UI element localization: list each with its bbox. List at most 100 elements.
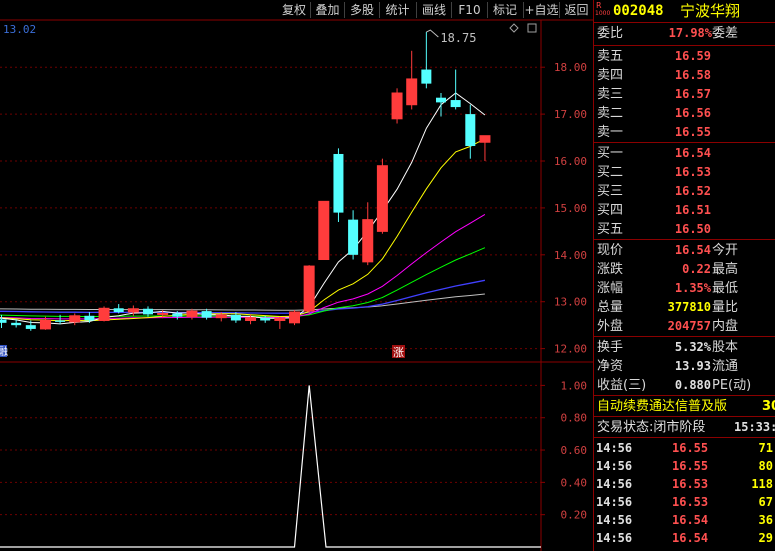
weibi-row: 委比 17.98% 委差 [594,24,775,43]
chart-options-icon [509,23,519,33]
stat-value: 0.22 [682,262,711,276]
candle [421,32,432,89]
weibi-value: 17.98% [668,26,712,40]
bid-row[interactable]: 买二 16.53 [594,163,775,182]
price-tick-label: 12.00 [554,343,587,356]
candle-body-fill [40,320,51,329]
bid-label: 买五 [597,222,624,237]
candle [333,148,344,222]
tick-row: 14:56 16.53 118 [594,475,775,493]
stat-row: 涨幅 1.35% 最低 [594,279,775,298]
fundamental-label2: 流通 [712,359,739,374]
fundamental-label: 净资 [597,359,624,374]
candle [376,158,388,234]
candle-body-fill [274,318,285,321]
candle [84,312,95,323]
candle [127,305,139,316]
tick-row: 14:56 16.53 67 [594,493,775,511]
bid-label: 买二 [597,165,624,180]
indicator-line [0,385,541,548]
tick-price: 16.53 [672,477,709,491]
candle-body [143,308,153,315]
candle [113,304,124,314]
chart-area[interactable]: 复权 叠加 多股 统计 画线 F10 标记 +自选 返回 18.00 17.00 16.00 15.0… [0,0,593,551]
price-tick-label: 13.00 [554,296,587,309]
tick-volume: 36 [758,513,773,527]
divider [594,239,775,240]
candle-body [55,320,66,322]
candle-body [0,319,7,323]
tick-volume: 67 [758,495,773,509]
fundamental-label: 换手 [597,340,624,355]
candle [303,265,315,314]
tick-row: 14:56 16.54 36 [594,511,775,529]
divider [594,336,775,337]
price-tick-label: 15.00 [554,202,587,215]
candle-body-fill [362,219,373,262]
ask-price: 16.55 [674,125,711,139]
ask-row[interactable]: 卖三 16.57 [594,85,775,104]
bid-price: 16.54 [674,146,711,160]
indicator-tick-label: 1.00 [561,379,588,392]
divider [594,142,775,143]
promo-banner[interactable]: 自动续费通达信普及版 30 [594,397,775,416]
candle [406,50,418,110]
stat-value: 16.54 [674,243,711,257]
tick-price: 16.55 [672,441,709,455]
fundamental-row: 换手 5.32% 股本 [594,338,775,357]
bid-price: 16.52 [674,184,711,198]
candle-body-fill [245,317,256,321]
indicator-tick-label: 0.80 [561,412,588,425]
ask-row[interactable]: 卖五 16.59 [594,47,775,66]
divider [594,437,775,438]
stock-code: 002048 [613,3,664,19]
ask-price: 16.58 [674,68,711,82]
quote-panel: R 1000 002048 宁波华翔 委比 17.98% 委差 卖五 16.59 卖四 16.58 卖… [593,0,775,551]
limit-up-marker-label: 涨 [393,346,404,359]
ask-row[interactable]: 卖一 16.55 [594,123,775,142]
bid-row[interactable]: 买五 16.50 [594,220,775,239]
stat-label: 现价 [597,243,624,258]
fundamental-row: 收益(三) 0.880 PE(动) [594,376,775,395]
candle-body-fill [157,313,168,315]
stat-row: 涨跌 0.22 最高 [594,260,775,279]
bid-row[interactable]: 买四 16.51 [594,201,775,220]
candle [98,306,110,322]
stat-label: 总量 [597,300,624,315]
divider [594,45,775,46]
tick-price: 16.53 [672,495,709,509]
fundamental-label: 收益(三) [597,378,647,393]
high-annotation-label: 18.75 [440,31,476,45]
bid-row[interactable]: 买一 16.54 [594,144,775,163]
weibi-label: 委比 [597,26,624,41]
promo-text: 自动续费通达信普及版 [597,399,728,414]
price-tick-label: 16.00 [554,155,587,168]
candle-body-fill [318,201,329,260]
ma30-line [0,247,486,318]
tick-price: 16.54 [672,513,709,527]
bid-row[interactable]: 买三 16.52 [594,182,775,201]
tick-price: 16.55 [672,459,709,473]
ask-row[interactable]: 卖四 16.58 [594,66,775,85]
fundamental-value: 13.93 [674,359,711,373]
stat-label: 涨跌 [597,262,624,277]
status-text: 交易状态:闭市阶段 [597,420,706,435]
candle-body [465,114,476,147]
candle [348,210,359,260]
candle-body [450,100,461,108]
fundamental-label2: 股本 [712,340,739,355]
tick-row: 14:56 16.54 29 [594,529,775,547]
chart-canvas[interactable]: 18.00 17.00 16.00 15.00 14.00 13.00 12.00 13.02… [0,0,593,551]
indicator-tick-label: 0.20 [561,509,588,522]
indicator-tick-label: 0.40 [561,476,588,489]
candle-body [333,153,344,213]
ma5-line [0,92,486,325]
candle-body [436,97,446,103]
candle [362,202,374,266]
high-annotation-arrow [426,29,439,38]
stat-label: 外盘 [597,319,624,334]
status-time: 15:33: [734,420,775,434]
tick-row: 14:56 16.55 71 [594,439,775,457]
candle-body-fill [377,165,388,232]
ask-row[interactable]: 卖二 16.56 [594,104,775,123]
